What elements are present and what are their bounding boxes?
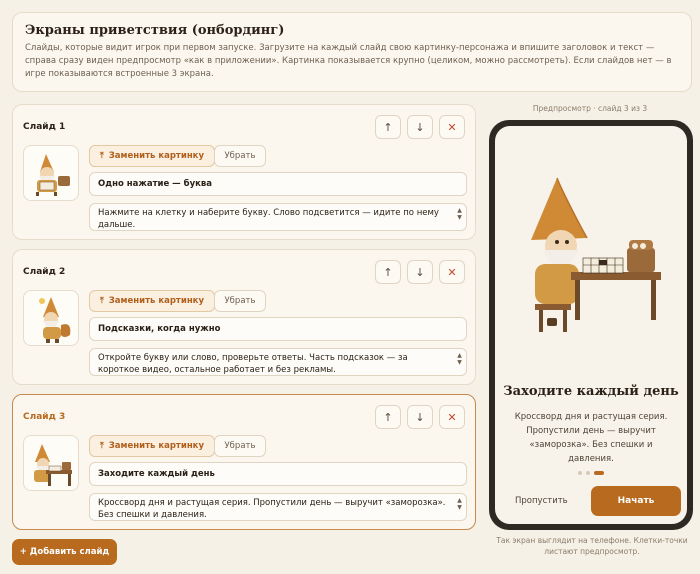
slide-text-input[interactable]: Откройте букву или слово, проверьте отве…: [89, 348, 467, 376]
remove-image-button[interactable]: Убрать: [214, 290, 266, 312]
slide-card-3: Слайд 3 ↑ ↓ ✕ ⤒ Заменить картинку Убрать…: [12, 394, 476, 530]
move-down-button[interactable]: ↓: [407, 405, 433, 429]
textarea-scroll-arrows-icon[interactable]: ▲ ▼: [456, 352, 463, 372]
start-button[interactable]: Начать: [591, 486, 681, 516]
gnome-reading-image: [36, 154, 70, 196]
textarea-scroll-arrows-icon[interactable]: ▲ ▼: [456, 207, 463, 227]
replace-image-label: Заменить картинку: [108, 441, 204, 451]
upload-icon: ⤒: [100, 296, 104, 306]
delete-slide-button[interactable]: ✕: [439, 260, 465, 284]
slide-card-2: Слайд 2 ↑ ↓ ✕ ⤒ Заменить картинку Убрать…: [12, 249, 476, 385]
slide-text-input[interactable]: Кроссворд дня и растущая серия. Пропусти…: [89, 493, 467, 521]
replace-image-label: Заменить картинку: [108, 296, 204, 306]
preview-title: Заходите каждый день: [503, 384, 679, 399]
slide-title-input[interactable]: Подсказки, когда нужно: [89, 317, 467, 341]
remove-image-button[interactable]: Убрать: [214, 145, 266, 167]
pagination-dot-1[interactable]: [578, 471, 582, 475]
page-title: Экраны приветствия (онбординг): [25, 23, 285, 38]
move-up-button[interactable]: ↑: [375, 405, 401, 429]
onboarding-header: Экраны приветствия (онбординг) Слайды, к…: [12, 12, 692, 92]
slide-thumbnail: [23, 145, 79, 201]
gnome-crossword-illustration: [531, 177, 661, 332]
slide-title-input[interactable]: Заходите каждый день: [89, 462, 467, 486]
slide-text-value: Нажмите на клетку и наберите букву. Слов…: [98, 208, 439, 230]
replace-image-button[interactable]: ⤒ Заменить картинку: [89, 290, 215, 312]
gnome-thinking-image: [39, 297, 71, 343]
move-up-button[interactable]: ↑: [375, 260, 401, 284]
upload-icon: ⤒: [100, 441, 104, 451]
slide-label: Слайд 2: [23, 267, 66, 277]
move-down-button[interactable]: ↓: [407, 115, 433, 139]
move-down-button[interactable]: ↓: [407, 260, 433, 284]
gnome-crossword-image: [34, 444, 72, 486]
slide-card-1: Слайд 1 ↑ ↓ ✕ ⤒ Заменить картинку Убрать…: [12, 104, 476, 240]
preview-pagination: [495, 471, 687, 475]
preview-text: Кроссворд дня и растущая серия. Пропусти…: [514, 412, 668, 464]
replace-image-button[interactable]: ⤒ Заменить картинку: [89, 145, 215, 167]
preview-footnote: Так экран выглядит на телефоне. Клетки-т…: [496, 536, 688, 556]
upload-icon: ⤒: [100, 151, 104, 161]
phone-preview: Заходите каждый день Кроссворд дня и рас…: [489, 120, 693, 530]
pagination-dot-3-active[interactable]: [594, 471, 604, 475]
slide-text-value: Кроссворд дня и растущая серия. Пропусти…: [98, 498, 446, 520]
slide-label: Слайд 1: [23, 122, 66, 132]
textarea-scroll-arrows-icon[interactable]: ▲ ▼: [456, 497, 463, 517]
delete-slide-button[interactable]: ✕: [439, 115, 465, 139]
replace-image-label: Заменить картинку: [108, 151, 204, 161]
delete-slide-button[interactable]: ✕: [439, 405, 465, 429]
slide-text-value: Откройте букву или слово, проверьте отве…: [98, 353, 408, 375]
preview-caption: Предпросмотр · слайд 3 из 3: [532, 104, 648, 113]
add-slide-button[interactable]: + Добавить слайд: [12, 539, 117, 565]
pagination-dot-2[interactable]: [586, 471, 590, 475]
phone-screen: Заходите каждый день Кроссворд дня и рас…: [495, 126, 687, 524]
page-description: Слайды, которые видит игрок при первом з…: [25, 43, 672, 79]
skip-button[interactable]: Пропустить: [515, 496, 568, 506]
slide-thumbnail: [23, 435, 79, 491]
slide-thumbnail: [23, 290, 79, 346]
replace-image-button[interactable]: ⤒ Заменить картинку: [89, 435, 215, 457]
remove-image-button[interactable]: Убрать: [214, 435, 266, 457]
slide-title-input[interactable]: Одно нажатие — буква: [89, 172, 467, 196]
slide-label: Слайд 3: [23, 412, 66, 422]
move-up-button[interactable]: ↑: [375, 115, 401, 139]
slide-text-input[interactable]: Нажмите на клетку и наберите букву. Слов…: [89, 203, 467, 231]
